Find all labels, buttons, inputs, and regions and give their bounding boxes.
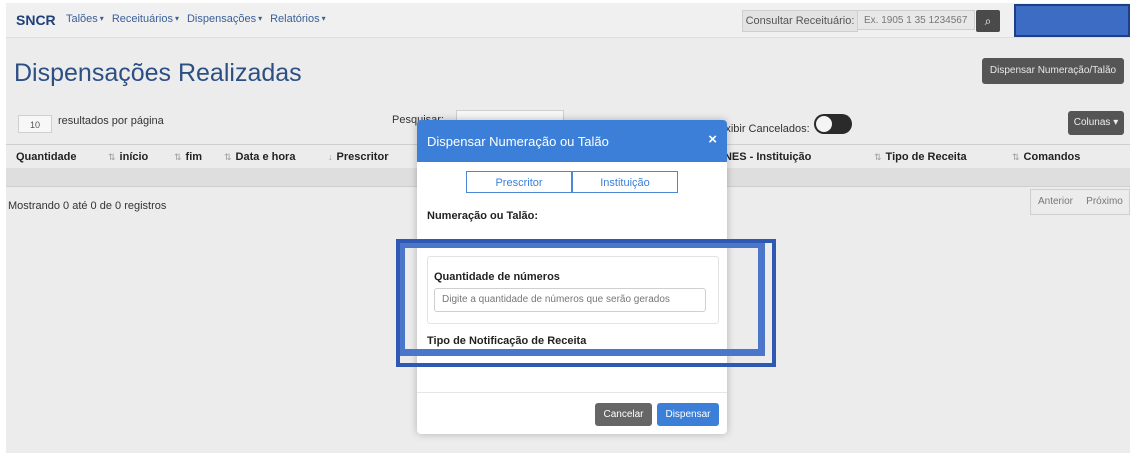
dispensar-numeracao-button[interactable]: Dispensar Numeração/Talão [982,58,1124,84]
sort-icon: ⇅ [874,152,882,162]
columns-button[interactable]: Colunas ▾ [1068,111,1124,135]
highlight-overlay-top [1014,4,1130,37]
col-data-hora[interactable]: ⇅ Data e hora [224,151,295,163]
sort-icon: ⇅ [1012,152,1020,162]
page-container: SNCR Talões ▾ Receituários ▾ Dispensações ▾… [6,3,1130,453]
col-cnes-instituicao[interactable]: CNES - Instituição [716,151,811,163]
sort-desc-icon: ↓ [328,152,333,162]
col-inicio[interactable]: ⇅ início [108,151,148,163]
col-label: Quantidade [16,151,77,163]
col-quantidade[interactable]: Quantidade [16,151,77,163]
close-icon[interactable]: × [708,131,717,148]
navbar: SNCR Talões ▾ Receituários ▾ Dispensações ▾… [6,3,1130,38]
per-page-label: resultados por página [58,115,164,127]
modal-title: Dispensar Numeração ou Talão [427,134,609,149]
col-comandos[interactable]: ⇅ Comandos [1012,151,1080,163]
nav-item-receituarios[interactable]: Receituários ▾ [112,13,179,25]
modal-header: Dispensar Numeração ou Talão × [417,120,727,162]
col-label: Prescritor [336,151,389,163]
nav-item-taloes[interactable]: Talões ▾ [66,13,104,25]
col-label: Comandos [1023,151,1081,163]
dispense-button[interactable]: Dispensar [657,403,719,426]
modal-divider [417,392,727,393]
sort-icon: ⇅ [108,152,116,162]
caret-down-icon: ▾ [99,14,104,23]
highlight-frame [396,239,776,367]
pagination-prev[interactable]: Anterior [1031,190,1080,214]
nav-item-label: Receituários [111,13,173,25]
tab-instituicao[interactable]: Instituição [572,171,678,193]
nav-item-relatorios[interactable]: Relatórios ▾ [270,13,326,25]
consult-label: Consultar Receituário: [742,10,858,32]
col-label: CNES - Instituição [716,151,812,163]
sort-icon: ⇅ [174,152,182,162]
nav-item-label: Relatórios [270,13,320,25]
sort-icon: ⇅ [224,152,232,162]
nav-menu: Talões ▾ Receituários ▾ Dispensações ▾ Rela… [66,13,326,25]
nav-item-dispensacoes[interactable]: Dispensações ▾ [187,13,262,25]
col-tipo-receita[interactable]: ⇅ Tipo de Receita [874,151,967,163]
nav-item-label: Talões [66,13,98,25]
tab-prescritor[interactable]: Prescritor [466,171,572,193]
col-fim[interactable]: ⇅ fim [174,151,202,163]
nav-item-label: Dispensações [186,13,257,25]
brand-logo[interactable]: SNCR [16,12,56,28]
caret-down-icon: ▾ [174,14,179,23]
caret-down-icon: ▾ [321,14,326,23]
col-label: Data e hora [235,151,296,163]
col-prescritor[interactable]: ↓ Prescritor [328,151,388,163]
search-icon: ⌕ [984,14,992,28]
per-page-select[interactable]: 10 [18,115,52,133]
search-button[interactable]: ⌕ [976,10,1000,32]
caret-down-icon: ▾ [258,14,263,23]
page-title: Dispensações Realizadas [14,59,302,87]
records-info: Mostrando 0 até 0 de 0 registros [8,200,167,212]
numeracao-label: Numeração ou Talão: [427,210,539,222]
pagination: Anterior Próximo [1030,189,1130,215]
col-label: Tipo de Receita [885,151,967,163]
show-cancelled-label: Exibir Cancelados: [718,123,810,135]
pagination-next[interactable]: Próximo [1080,190,1129,214]
consult-input[interactable]: Ex. 1905 1 35 1234567 [857,10,975,30]
show-cancelled-toggle[interactable] [814,114,852,134]
cancel-button[interactable]: Cancelar [595,403,652,426]
col-label: início [119,151,149,163]
columns-button-label: Colunas [1073,117,1111,128]
col-label: fim [185,151,203,163]
